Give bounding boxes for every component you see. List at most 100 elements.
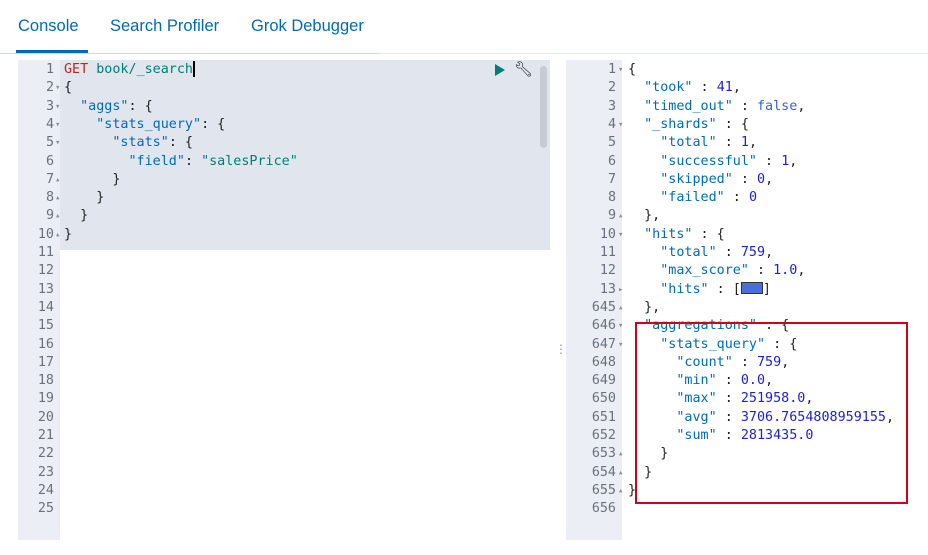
request-line[interactable]: 4 ▾ "stats_query": { <box>18 116 550 134</box>
line-number: 656 <box>591 501 616 517</box>
fold-arrow-icon[interactable]: ▴ <box>618 299 623 317</box>
code-token: : <box>716 245 741 260</box>
fold-arrow-icon[interactable]: ▾ <box>55 98 60 116</box>
request-line[interactable]: 14 <box>18 299 550 317</box>
fold-arrow-icon[interactable]: ▾ <box>55 116 60 134</box>
line-number: 19 <box>37 391 54 407</box>
wrench-icon[interactable]: 🔧︎ <box>514 60 533 78</box>
fold-arrow-icon[interactable]: ▴ <box>618 207 623 225</box>
response-line[interactable]: 12 "max_score" : 1.0, <box>566 262 912 280</box>
response-line[interactable]: 7 "skipped" : 0, <box>566 171 912 189</box>
code-token: "stats_query" <box>96 116 202 132</box>
code-token: : <box>184 153 202 169</box>
code-token: : <box>724 190 749 206</box>
play-icon[interactable] <box>495 64 505 76</box>
response-line[interactable]: 2 "took" : 41, <box>566 79 912 97</box>
line-number: 20 <box>37 409 54 425</box>
request-line[interactable]: 13 <box>18 281 550 299</box>
code-token: : <box>732 171 757 187</box>
line-number: 654 <box>591 464 616 480</box>
code-token: : { <box>692 226 725 242</box>
code-token: "hits" <box>644 226 693 242</box>
line-number: 17 <box>37 354 54 370</box>
fold-arrow-icon[interactable]: ▾ <box>618 61 623 79</box>
request-line[interactable]: 15 <box>18 317 550 335</box>
response-line[interactable]: 5 "total" : 1, <box>566 134 912 152</box>
code-text: "total" : 759, <box>628 244 773 262</box>
response-line[interactable]: 9 ▴ }, <box>566 207 912 225</box>
response-line[interactable]: 11 "total" : 759, <box>566 244 912 262</box>
request-line[interactable]: 25 <box>18 500 550 518</box>
code-text: GET book/_search <box>64 61 195 79</box>
request-line[interactable]: 11 <box>18 244 550 262</box>
fold-arrow-icon[interactable]: ▴ <box>618 445 623 463</box>
response-line[interactable]: 645 ▴ }, <box>566 299 912 317</box>
code-token: { <box>628 62 637 77</box>
code-token: "max_score" <box>660 263 749 279</box>
line-number: 3 <box>607 98 616 114</box>
request-line[interactable]: 18 <box>18 372 550 390</box>
collapsed-array-badge[interactable] <box>740 281 763 294</box>
request-line[interactable]: 6 "field": "salesPrice" <box>18 153 550 171</box>
line-number: 15 <box>37 318 54 334</box>
line-number: 8 <box>45 190 54 206</box>
response-line[interactable]: 4 ▾ "_shards" : { <box>566 116 912 134</box>
fold-arrow-icon[interactable]: ▾ <box>55 134 60 152</box>
code-token: 0 <box>748 190 757 206</box>
code-token: }, <box>628 299 661 315</box>
fold-arrow-icon[interactable]: ▴ <box>55 189 60 207</box>
request-line[interactable]: 3 ▾ "aggs": { <box>18 98 550 116</box>
tab-grok-debugger[interactable]: Grok Debugger <box>251 17 364 36</box>
fold-arrow-icon[interactable]: ▾ <box>618 226 623 244</box>
request-line[interactable]: 16 <box>18 336 550 354</box>
response-line[interactable]: 13 ▸ "hits" : [] <box>566 281 912 299</box>
code-token: : <box>716 135 741 151</box>
expand-arrow-icon[interactable]: ▸ <box>618 281 623 299</box>
fold-arrow-icon[interactable]: ▴ <box>618 464 623 482</box>
text-cursor <box>193 61 195 77</box>
request-line[interactable]: 1 GET book/_search <box>18 61 550 79</box>
fold-arrow-icon[interactable]: ▾ <box>618 116 623 134</box>
request-line[interactable]: 21 <box>18 427 550 445</box>
line-number: 13 <box>37 281 54 297</box>
aggregations-highlight-box <box>635 322 908 504</box>
request-scrollbar[interactable] <box>540 66 547 148</box>
request-line[interactable]: 23 <box>18 464 550 482</box>
line-number: 25 <box>37 501 54 517</box>
request-line[interactable]: 22 <box>18 445 550 463</box>
fold-arrow-icon[interactable]: ▴ <box>55 226 60 244</box>
fold-arrow-icon[interactable]: ▴ <box>55 207 60 225</box>
tab-console[interactable]: Console <box>18 17 79 36</box>
request-line[interactable]: 10 ▴} <box>18 226 550 244</box>
request-line[interactable]: 9 ▴ } <box>18 207 550 225</box>
tab-search-profiler[interactable]: Search Profiler <box>110 17 219 36</box>
response-line[interactable]: 3 "timed_out" : false, <box>566 98 912 116</box>
request-line[interactable]: 24 <box>18 482 550 500</box>
response-line[interactable]: 6 "successful" : 1, <box>566 153 912 171</box>
request-line[interactable]: 12 <box>18 262 550 280</box>
code-token: { <box>64 80 73 96</box>
request-line[interactable]: 7 ▴ } <box>18 171 550 189</box>
request-line[interactable]: 17 <box>18 354 550 372</box>
code-token: : { <box>128 98 153 114</box>
line-number: 18 <box>37 373 54 389</box>
response-line[interactable]: 10 ▾ "hits" : { <box>566 226 912 244</box>
tab-bar: Console Search Profiler Grok Debugger <box>0 0 928 54</box>
line-number: 23 <box>37 464 54 480</box>
response-line[interactable]: 8 "failed" : 0 <box>566 189 912 207</box>
request-line[interactable]: 20 <box>18 409 550 427</box>
request-line[interactable]: 2 ▾{ <box>18 79 550 97</box>
request-line[interactable]: 5 ▾ "stats": { <box>18 134 550 152</box>
fold-arrow-icon[interactable]: ▾ <box>618 336 623 354</box>
fold-arrow-icon[interactable]: ▴ <box>55 171 60 189</box>
response-line[interactable]: 1 ▾ { <box>566 61 912 79</box>
request-line[interactable]: 8 ▴ } <box>18 189 550 207</box>
code-text: "aggs": { <box>64 98 153 116</box>
fold-arrow-icon[interactable]: ▾ <box>618 317 623 335</box>
fold-arrow-icon[interactable]: ▴ <box>618 482 623 500</box>
fold-arrow-icon[interactable]: ▾ <box>55 79 60 97</box>
line-number: 12 <box>37 263 54 279</box>
request-editor[interactable]: 1 GET book/_search 2 ▾{3 ▾ "aggs": {4 ▾ "stat… <box>18 60 550 540</box>
request-line[interactable]: 19 <box>18 390 550 408</box>
